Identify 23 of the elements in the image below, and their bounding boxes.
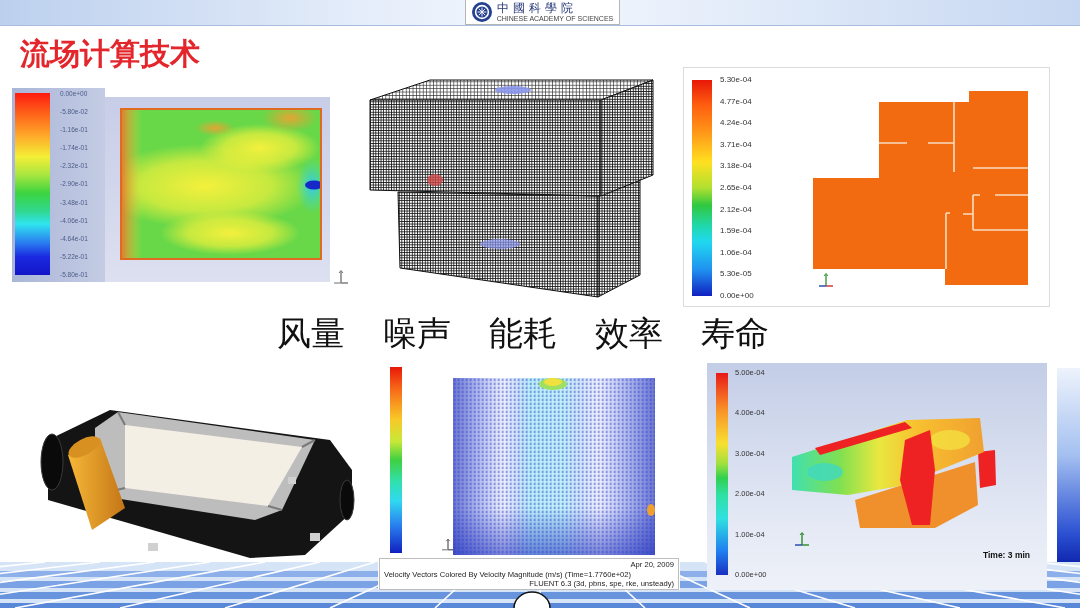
keyword-label: 效率: [595, 313, 663, 355]
scale-label: 3.71e-04: [720, 139, 753, 150]
scale-label: 3.18e-04: [720, 161, 753, 172]
axis-triad-icon: [819, 273, 833, 289]
keyword-label: 风量: [277, 313, 345, 355]
scale-label: 1.06e-04: [720, 247, 753, 258]
time-label: Time: 3 min: [982, 550, 1030, 560]
axis-triad-icon: [795, 532, 809, 548]
keyword-label: 噪声: [383, 313, 451, 355]
scale-label: 1.59e-04: [720, 226, 753, 237]
scale-label: 2.12e-04: [720, 204, 753, 215]
scale-label: 5.30e-05: [720, 269, 753, 280]
keyword-label: 能耗: [489, 313, 557, 355]
scale-label: 5.30e-04: [720, 75, 753, 85]
slide-title: 流场计算技术: [20, 36, 200, 72]
scale-label: 2.65e-04: [720, 182, 753, 193]
axis-triad-icon: [442, 538, 454, 553]
scale-label: 4.24e-04: [720, 118, 753, 129]
keyword-label: 寿命: [701, 313, 769, 355]
scale-label: 4.77e-04: [720, 96, 753, 107]
scale-label: 0.00e+00: [720, 290, 755, 301]
logo-title: 中國科學院: [496, 1, 577, 15]
axis-triad-icon: [334, 270, 348, 286]
